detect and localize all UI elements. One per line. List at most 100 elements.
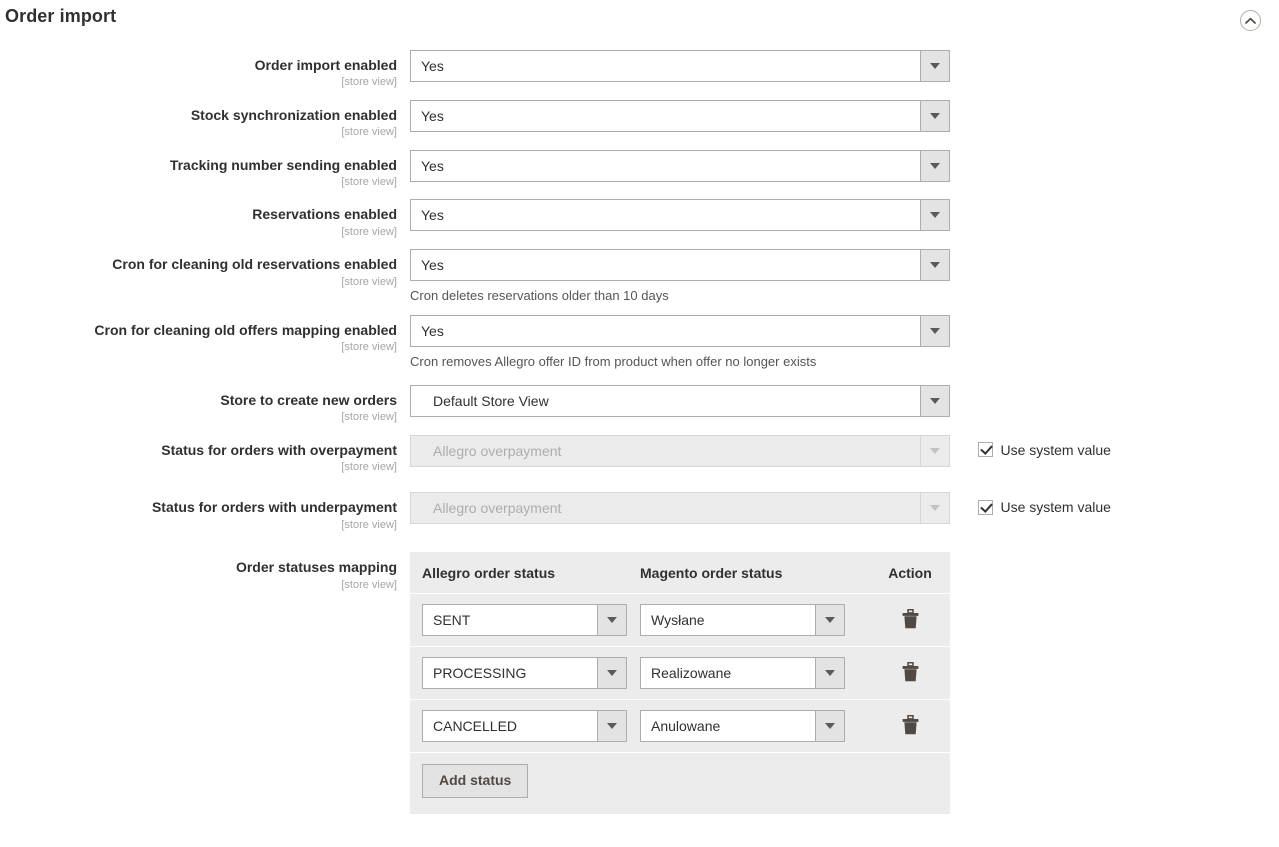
trash-icon[interactable]	[897, 712, 923, 738]
select-value: Yes	[421, 157, 444, 174]
select-value: Wysłane	[651, 612, 705, 629]
select-magento-status[interactable]: Anulowane	[640, 710, 845, 743]
field-control: Yes	[410, 149, 1279, 182]
select-cron-clean-offers-mapping-enabled[interactable]: Yes	[410, 314, 950, 347]
select-allegro-status[interactable]: SENT	[422, 604, 627, 637]
field-label-text: Store to create new orders	[220, 391, 397, 408]
chevron-down-icon	[920, 51, 949, 81]
mapping-table-body: SENT Wysłane PROCESSING Realizowane CANC…	[410, 593, 950, 754]
field-control: Yes	[410, 99, 1279, 132]
select-value: Allegro overpayment	[433, 500, 562, 517]
select-value: Yes	[421, 257, 444, 274]
select-value: Yes	[421, 58, 444, 74]
select-magento-status[interactable]: Realizowane	[640, 657, 845, 690]
select-stock-synchronization-enabled[interactable]: Yes	[410, 99, 950, 132]
column-header-allegro: Allegro order status	[410, 552, 640, 595]
select-value: PROCESSING	[433, 665, 527, 682]
select-value: Anulowane	[651, 718, 721, 735]
field-status-overpayment: Status for orders with overpayment [stor…	[0, 434, 1279, 475]
field-control: Default Store View	[410, 384, 1279, 417]
field-label: Order statuses mapping [store view]	[0, 552, 410, 592]
field-scope: [store view]	[341, 411, 397, 424]
chevron-down-icon	[920, 250, 949, 281]
cell-magento-status: Wysłane	[640, 593, 870, 648]
field-label-text: Cron for cleaning old offers mapping ena…	[94, 321, 397, 338]
cell-magento-status: Realizowane	[640, 646, 870, 701]
field-label: Status for orders with underpayment [sto…	[0, 492, 410, 532]
select-magento-status[interactable]: Wysłane	[640, 604, 845, 637]
field-order-import-enabled: Order import enabled [store view] Yes	[0, 50, 1279, 90]
field-scope: [store view]	[341, 578, 397, 591]
trash-glyph	[902, 662, 918, 682]
field-store-to-create-new-orders: Store to create new orders [store view] …	[0, 384, 1279, 425]
table-row: PROCESSING Realizowane	[410, 646, 950, 701]
chevron-down-icon	[920, 200, 949, 231]
cell-allegro-status: PROCESSING	[410, 646, 640, 701]
field-label-text: Cron for cleaning old reservations enabl…	[112, 256, 397, 273]
field-cron-clean-offers-mapping-enabled: Cron for cleaning old offers mapping ena…	[0, 314, 1279, 371]
select-status-overpayment: Allegro overpayment	[410, 434, 950, 467]
chevron-down-icon	[920, 100, 949, 131]
cell-allegro-status: SENT	[410, 593, 640, 648]
use-system-value-overpayment[interactable]: Use system value	[978, 442, 1111, 458]
select-value: Allegro overpayment	[433, 442, 562, 459]
trash-glyph	[902, 715, 918, 735]
chevron-down-icon	[920, 493, 949, 524]
select-order-import-enabled[interactable]: Yes	[410, 50, 950, 82]
field-label: Cron for cleaning old reservations enabl…	[0, 249, 410, 289]
chevron-down-icon	[597, 658, 626, 689]
cell-magento-status: Anulowane	[640, 699, 870, 754]
cell-allegro-status: CANCELLED	[410, 699, 640, 754]
chevron-down-icon	[815, 711, 844, 742]
field-label-text: Status for orders with underpayment	[151, 499, 397, 516]
chevron-up-glyph	[1245, 17, 1256, 24]
select-allegro-status[interactable]: CANCELLED	[422, 710, 627, 743]
field-control: Yes Cron deletes reservations older than…	[410, 249, 1279, 305]
field-scope: [store view]	[341, 176, 397, 188]
field-label-text: Stock synchronization enabled	[190, 106, 397, 123]
field-scope: [store view]	[341, 341, 397, 354]
select-allegro-status[interactable]: PROCESSING	[422, 657, 627, 690]
field-label-text: Order import enabled	[254, 57, 397, 73]
table-header-row: Allegro order status Magento order statu…	[410, 552, 950, 595]
mapping-table: Allegro order status Magento order statu…	[410, 552, 950, 754]
mapping-table-footer: Add status	[410, 753, 950, 814]
field-control: Yes Cron removes Allegro offer ID from p…	[410, 314, 1279, 371]
field-label-text: Order statuses mapping	[235, 559, 397, 576]
use-system-value-label: Use system value	[1000, 499, 1111, 516]
trash-icon[interactable]	[897, 606, 923, 632]
table-row: SENT Wysłane	[410, 593, 950, 648]
field-reservations-enabled: Reservations enabled [store view] Yes	[0, 199, 1279, 239]
select-reservations-enabled[interactable]: Yes	[410, 199, 950, 232]
field-scope: [store view]	[341, 76, 397, 89]
select-value: Realizowane	[651, 665, 732, 682]
checkbox-icon[interactable]	[978, 442, 994, 458]
field-label-text: Status for orders with overpayment	[161, 441, 397, 458]
field-status-underpayment: Status for orders with underpayment [sto…	[0, 492, 1279, 532]
field-label: Tracking number sending enabled [store v…	[0, 150, 410, 190]
field-label: Stock synchronization enabled [store vie…	[0, 100, 410, 140]
field-control: Allegro overpayment Use system value	[410, 492, 1279, 525]
select-store-to-create-new-orders[interactable]: Default Store View	[410, 384, 950, 417]
field-scope: [store view]	[341, 225, 397, 238]
chevron-down-icon	[597, 711, 626, 742]
field-label-text: Tracking number sending enabled	[169, 156, 397, 173]
use-system-value-underpayment[interactable]: Use system value	[978, 499, 1111, 516]
section-header: Order import	[0, 0, 1279, 40]
field-cron-clean-reservations-enabled: Cron for cleaning old reservations enabl…	[0, 249, 1279, 305]
order-import-fieldset: Order import enabled [store view] Yes St…	[0, 40, 1279, 814]
chevron-up-circle-icon[interactable]	[1240, 10, 1261, 31]
select-value: SENT	[433, 612, 471, 629]
field-label: Cron for cleaning old offers mapping ena…	[0, 315, 410, 355]
add-status-button[interactable]: Add status	[422, 764, 529, 798]
field-order-statuses-mapping: Order statuses mapping [store view] Alle…	[0, 552, 1279, 814]
trash-icon[interactable]	[897, 659, 923, 685]
select-value: Yes	[421, 107, 444, 124]
column-header-magento: Magento order status	[640, 552, 870, 595]
field-label: Store to create new orders [store view]	[0, 385, 410, 425]
trash-glyph	[902, 609, 918, 629]
checkbox-icon[interactable]	[978, 499, 994, 515]
select-tracking-number-sending-enabled[interactable]: Yes	[410, 149, 950, 182]
field-control: Allegro order status Magento order statu…	[410, 552, 1279, 814]
select-cron-clean-reservations-enabled[interactable]: Yes	[410, 249, 950, 282]
